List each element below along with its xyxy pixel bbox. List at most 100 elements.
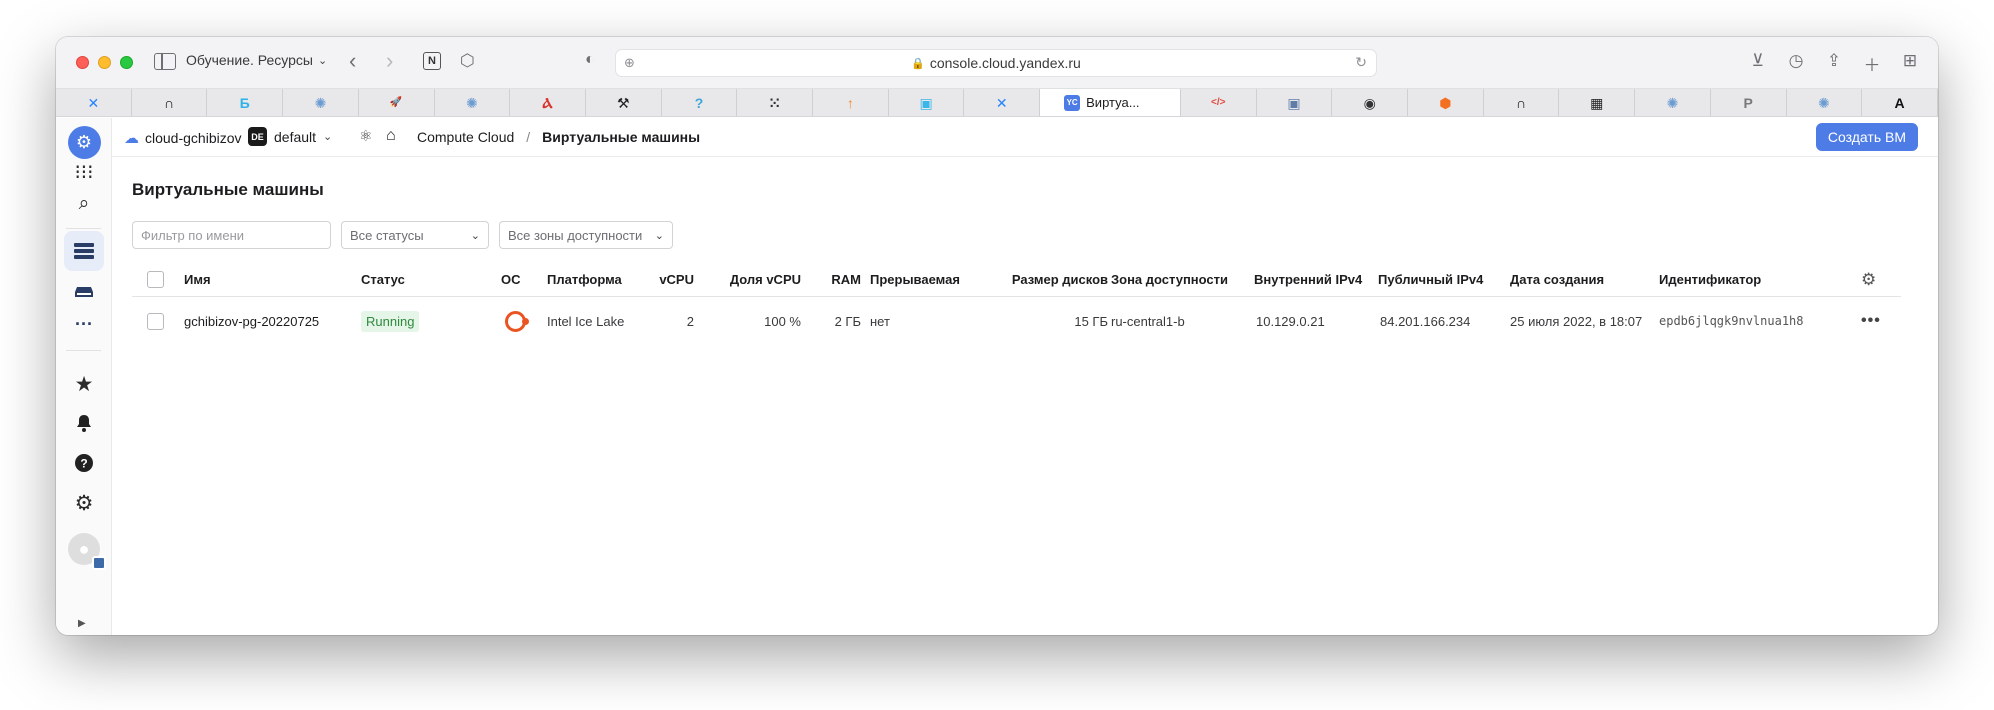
column-header-os[interactable]: ОС	[501, 263, 521, 296]
row-actions-menu-icon[interactable]: •••	[1861, 297, 1881, 345]
notion-extension-icon[interactable]: N	[423, 52, 441, 70]
column-header-preemptible[interactable]: Прерываемая	[870, 263, 960, 296]
settings-gear-icon[interactable]: ⚙	[56, 488, 112, 518]
services-nodes-icon[interactable]: ⚛	[359, 127, 372, 145]
create-vm-button[interactable]: Создать ВМ	[1815, 123, 1918, 151]
zoom-window-button[interactable]	[120, 56, 133, 69]
vm-id-value: epdb6jlqgk9nvlnua1h8	[1659, 314, 1804, 328]
column-header-ram[interactable]: RAM	[817, 263, 861, 296]
folder-selector[interactable]: DE default ⌄	[248, 127, 332, 146]
share-icon[interactable]: ⇪	[1824, 51, 1844, 76]
favorites-star-icon[interactable]: ★	[56, 369, 112, 399]
browser-tab-23[interactable]: A	[1862, 89, 1938, 116]
downloads-icon[interactable]: ⊻	[1748, 51, 1768, 76]
package-extension-icon[interactable]: ⬡	[460, 51, 475, 71]
browser-tab-20[interactable]: ✺	[1635, 89, 1711, 116]
minimize-window-button[interactable]	[98, 56, 111, 69]
browser-tab-22[interactable]: ✺	[1787, 89, 1863, 116]
table-row[interactable]: gchibizov-pg-20220725 Running Intel Ice …	[132, 297, 1901, 345]
history-icon[interactable]: ◷	[1786, 51, 1806, 76]
address-bar[interactable]: ⊕ 🔒 console.cloud.yandex.ru ↻	[615, 49, 1377, 77]
account-badge-icon	[92, 556, 106, 570]
browser-tab-21[interactable]: P	[1711, 89, 1787, 116]
browser-tab-0[interactable]: ✕	[56, 89, 132, 116]
browser-tab-15[interactable]: ▣	[1257, 89, 1333, 116]
browser-window: Обучение. Ресурсы ⌄ ‹ › N ⬡ ◐ ⊕ 🔒 consol…	[56, 37, 1938, 635]
vm-name[interactable]: gchibizov-pg-20220725	[184, 297, 319, 345]
column-header-disk-size[interactable]: Размер дисков	[990, 263, 1108, 296]
help-icon[interactable]: ?	[56, 448, 112, 478]
yandex-cloud-logo-icon: ⚙	[67, 126, 101, 159]
browser-tab-1[interactable]: ∩	[132, 89, 208, 116]
column-header-vcpu[interactable]: vCPU	[636, 263, 694, 296]
tab-group-selector[interactable]: Обучение. Ресурсы ⌄	[186, 52, 327, 68]
rail-logo[interactable]: ⚙	[56, 126, 112, 159]
reload-icon[interactable]: ↻	[1355, 54, 1367, 71]
browser-titlebar: Обучение. Ресурсы ⌄ ‹ › N ⬡ ◐ ⊕ 🔒 consol…	[56, 37, 1938, 89]
column-header-platform[interactable]: Платформа	[547, 263, 622, 296]
expand-rail-icon[interactable]: ▶	[78, 618, 86, 629]
vm-table: Имя Статус ОС Платформа vCPU Доля vCPU R…	[132, 263, 1901, 345]
breadcrumb-service[interactable]: Compute Cloud	[417, 129, 514, 145]
status-filter-value: Все статусы	[350, 227, 424, 243]
all-services-icon[interactable]: ⁝⁝⁝	[56, 158, 112, 186]
browser-tab-8[interactable]: ?	[662, 89, 738, 116]
column-header-zone[interactable]: Зона доступности	[1111, 263, 1228, 296]
row-checkbox[interactable]	[147, 312, 164, 330]
column-header-status[interactable]: Статус	[361, 263, 405, 296]
column-header-created[interactable]: Дата создания	[1510, 263, 1604, 296]
column-header-vcpu-share[interactable]: Доля vCPU	[714, 263, 801, 296]
browser-tab-14[interactable]: </>	[1181, 89, 1257, 116]
browser-tab-4[interactable]: 🚀	[359, 89, 435, 116]
browser-tab-11[interactable]: ▣	[889, 89, 965, 116]
column-header-id[interactable]: Идентификатор	[1659, 263, 1761, 296]
sidebar-toggle-icon[interactable]	[154, 53, 176, 70]
browser-tab-17[interactable]: ⬢	[1408, 89, 1484, 116]
browser-tab-16[interactable]: ◉	[1332, 89, 1409, 116]
p-icon: P	[1743, 94, 1753, 111]
cloud-selector[interactable]: ☁ cloud-gchibizov	[124, 129, 242, 147]
lock-icon: 🔒	[911, 57, 925, 70]
select-all-checkbox[interactable]	[147, 271, 164, 288]
user-avatar[interactable]: ●	[56, 532, 112, 570]
antenna-icon: Ⲁ	[542, 94, 553, 111]
browser-tab-9[interactable]: ⁙	[737, 89, 814, 116]
column-header-internal-ip[interactable]: Внутренний IPv4	[1254, 263, 1362, 296]
back-arrow-icon[interactable]: ‹	[349, 50, 356, 72]
more-services-icon[interactable]: ···	[56, 310, 112, 338]
disk-storage-icon[interactable]	[56, 278, 112, 306]
browser-tab-19[interactable]: ▦	[1559, 89, 1636, 116]
browser-tab-3[interactable]: ✺	[283, 89, 359, 116]
os-cell	[505, 297, 529, 345]
close-window-button[interactable]	[76, 56, 89, 69]
column-header-public-ip[interactable]: Публичный IPv4	[1378, 263, 1483, 296]
home-icon[interactable]: ⌂	[386, 127, 396, 145]
browser-tab-7[interactable]: ⚒	[586, 89, 662, 116]
browser-tab-10[interactable]: ↑	[813, 89, 889, 116]
search-icon[interactable]: ⌕	[56, 189, 112, 219]
privacy-shield-icon[interactable]: ◐	[585, 51, 595, 69]
zone-filter-select[interactable]: Все зоны доступности ⌄	[499, 221, 673, 249]
browser-tab-active[interactable]: YC Виртуа...	[1040, 89, 1181, 116]
rail-compute-item[interactable]	[56, 231, 112, 271]
page-settings-icon[interactable]: ⊕	[624, 55, 635, 71]
browser-tab-12[interactable]: ✕	[964, 89, 1041, 116]
tab-overview-icon[interactable]: ⊞	[1900, 51, 1920, 76]
status-filter-select[interactable]: Все статусы ⌄	[341, 221, 489, 249]
browser-tab-5[interactable]: ✺	[435, 89, 511, 116]
browser-tab-2[interactable]: Ƃ	[207, 89, 284, 116]
page-title: Виртуальные машины	[132, 180, 324, 199]
notifications-bell-icon[interactable]	[56, 408, 112, 438]
url-text: console.cloud.yandex.ru	[929, 55, 1081, 71]
chevron-down-icon: ⌄	[318, 54, 328, 67]
browser-tab-18[interactable]: ∩	[1484, 89, 1560, 116]
zone-value: ru-central1-b	[1111, 313, 1185, 329]
new-tab-icon[interactable]: ＋	[1862, 51, 1882, 76]
platform-value: Intel Ice Lake	[547, 313, 625, 329]
column-settings-gear-icon[interactable]: ⚙	[1861, 263, 1876, 296]
browser-tab-6[interactable]: Ⲁ	[510, 89, 586, 116]
column-header-name[interactable]: Имя	[184, 263, 211, 296]
dot-icon: ✺	[1818, 94, 1830, 111]
name-filter-input[interactable]	[132, 221, 331, 249]
forward-arrow-icon[interactable]: ›	[386, 50, 393, 72]
